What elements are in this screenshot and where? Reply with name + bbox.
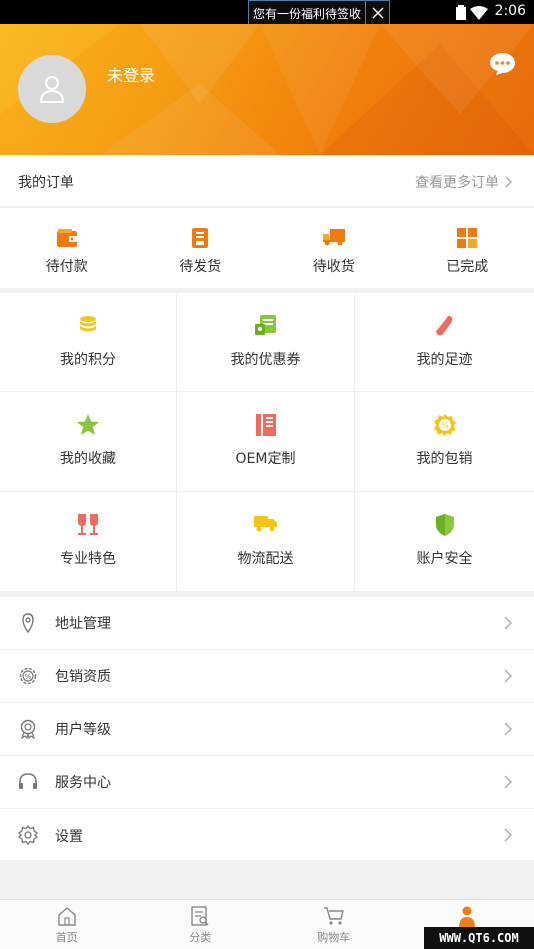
grid-item-specialty[interactable]: 专业特色	[0, 492, 177, 592]
user-icon	[39, 76, 65, 103]
order-item-label: 待付款	[45, 259, 88, 275]
wine-glasses-icon	[77, 514, 99, 536]
delivery-truck-icon	[253, 514, 278, 536]
coins-icon	[79, 315, 97, 337]
grid-icon	[457, 228, 478, 248]
package-icon	[192, 228, 209, 248]
chevron-right-icon	[504, 722, 512, 736]
clock-time: 2:06	[494, 3, 526, 19]
tab-home[interactable]: 首页	[0, 900, 134, 949]
category-icon	[190, 906, 210, 928]
order-item-label: 待发货	[179, 259, 222, 275]
avatar[interactable]	[18, 55, 86, 123]
menu-item-settings[interactable]: 设置	[0, 809, 534, 862]
svg-text:%: %	[25, 673, 32, 681]
menu-item-qualification[interactable]: % 包销资质	[0, 650, 534, 703]
notification-text: 您有一份福利待签收	[253, 6, 362, 21]
menu-item-service-center[interactable]: 服务中心	[0, 756, 534, 809]
grid-item-label: 专业特色	[60, 551, 116, 567]
wallet-icon	[56, 228, 78, 248]
order-status-row: 待付款 待发货 待收货 已完成	[0, 208, 534, 288]
grid-item-label: 我的包销	[416, 451, 473, 467]
view-more-orders-link[interactable]: 查看更多订单	[415, 172, 512, 192]
percent-gear-icon: %	[18, 666, 38, 686]
menu-item-label: 服务中心	[55, 775, 111, 791]
grid-item-logistics[interactable]: 物流配送	[177, 492, 355, 592]
shield-icon	[435, 514, 454, 536]
wifi-icon	[470, 5, 488, 24]
grid-item-coupons[interactable]: 我的优惠券	[177, 293, 355, 392]
profile-header: 未登录	[0, 24, 534, 155]
settings-list: 地址管理 % 包销资质 用户等级 服务中心 设置	[0, 597, 534, 860]
grid-item-exclusive[interactable]: % 我的包销	[355, 392, 534, 492]
menu-item-user-level[interactable]: 用户等级	[0, 703, 534, 756]
cart-icon	[323, 906, 345, 928]
order-pending-shipment[interactable]: 待发货	[134, 208, 268, 288]
order-item-label: 待收货	[312, 259, 355, 275]
settings-gear-icon	[17, 824, 39, 846]
features-grid: 我的积分 我的优惠券 我的足迹 我的收藏 OEM定制 % 我的包销 专业特色 物…	[0, 293, 534, 592]
tab-label: 分类	[189, 931, 212, 944]
tab-cart[interactable]: 购物车	[267, 900, 401, 949]
status-bar: 您有一份福利待签收 2:06	[0, 0, 534, 26]
order-item-label: 已完成	[446, 259, 489, 275]
chevron-right-icon	[505, 176, 512, 188]
menu-item-label: 地址管理	[55, 616, 111, 632]
grid-item-footprint[interactable]: 我的足迹	[355, 293, 534, 392]
grid-item-label: 我的优惠券	[230, 352, 301, 368]
svg-text:%: %	[441, 421, 449, 430]
home-icon	[57, 906, 77, 928]
watermark: WWW.QT6.COM	[424, 927, 534, 949]
grid-item-label: 账户安全	[416, 551, 473, 567]
footprint-icon	[435, 315, 455, 337]
tab-label: 购物车	[317, 931, 351, 944]
grid-item-label: OEM定制	[235, 451, 296, 467]
view-more-orders-label: 查看更多订单	[415, 175, 499, 191]
book-icon	[255, 414, 276, 436]
grid-item-label: 我的积分	[60, 352, 116, 368]
grid-item-label: 物流配送	[237, 551, 294, 567]
tab-label: 首页	[55, 931, 78, 944]
coupon-icon	[254, 315, 277, 337]
truck-icon	[322, 228, 346, 248]
menu-item-label: 包销资质	[55, 669, 111, 685]
grid-item-label: 我的收藏	[60, 451, 116, 467]
headphones-icon	[18, 772, 38, 792]
order-pending-payment[interactable]: 待付款	[0, 208, 134, 288]
menu-item-label: 用户等级	[55, 722, 111, 738]
orders-title: 我的订单	[18, 175, 74, 191]
chevron-right-icon	[504, 775, 512, 789]
chevron-right-icon	[504, 669, 512, 683]
message-icon[interactable]	[489, 52, 516, 80]
percent-badge-icon: %	[433, 414, 456, 436]
login-status[interactable]: 未登录	[107, 62, 155, 86]
grid-item-label: 我的足迹	[416, 352, 473, 368]
star-icon	[77, 414, 99, 436]
grid-item-security[interactable]: 账户安全	[355, 492, 534, 592]
tab-category[interactable]: 分类	[134, 900, 268, 949]
chevron-right-icon	[504, 616, 512, 630]
chevron-right-icon	[504, 828, 512, 842]
grid-item-favorites[interactable]: 我的收藏	[0, 392, 177, 492]
medal-icon	[18, 719, 38, 740]
menu-item-address[interactable]: 地址管理	[0, 597, 534, 650]
orders-header: 我的订单 查看更多订单	[0, 155, 534, 207]
order-pending-receipt[interactable]: 待收货	[267, 208, 401, 288]
grid-item-oem[interactable]: OEM定制	[177, 392, 355, 492]
grid-item-points[interactable]: 我的积分	[0, 293, 177, 392]
notification-banner[interactable]: 您有一份福利待签收	[248, 0, 390, 26]
menu-item-label: 设置	[55, 828, 83, 845]
battery-icon	[456, 5, 466, 24]
person-icon	[458, 906, 476, 928]
order-completed[interactable]: 已完成	[401, 208, 534, 288]
location-pin-icon	[18, 613, 38, 634]
close-icon[interactable]	[365, 1, 389, 25]
